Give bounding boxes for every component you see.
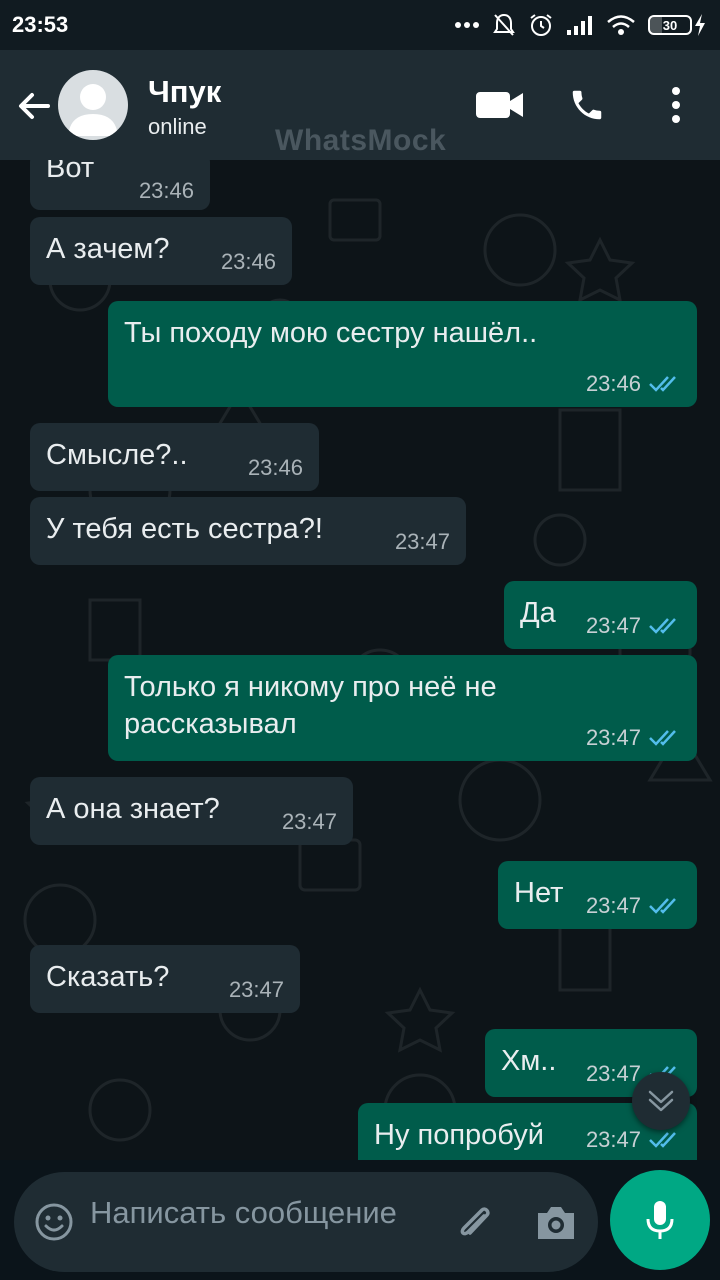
message-outgoing[interactable]: Только я никому про неё не рассказывал 2… [108, 655, 697, 761]
read-ticks-icon [649, 730, 676, 746]
message-text: У тебя есть сестра?! [46, 513, 323, 545]
app-watermark: WhatsMock [275, 124, 447, 157]
contact-status: online [148, 114, 207, 139]
more-notifications-icon [455, 22, 479, 28]
voice-message-button[interactable] [610, 1170, 710, 1270]
message-outgoing[interactable]: Нет 23:47 [498, 861, 697, 929]
message-text: Да [520, 597, 556, 629]
voice-call-button[interactable] [568, 86, 606, 129]
status-icons: 30 [454, 12, 706, 38]
read-ticks-icon [649, 898, 676, 914]
message-text: Смысле?.. [46, 439, 188, 471]
message-time: 23:47 [585, 725, 641, 750]
message-text: Хм.. [501, 1045, 557, 1077]
message-placeholder: Написать сообщение [90, 1195, 397, 1230]
double-chevron-down-icon [648, 1090, 674, 1112]
message-incoming[interactable]: Смысле?.. 23:46 [30, 423, 319, 491]
microphone-icon [646, 1201, 674, 1239]
more-vert-icon [672, 87, 680, 123]
message-incoming[interactable]: А она знает? 23:47 [30, 777, 353, 845]
message-time: 23:47 [281, 809, 337, 834]
menu-button[interactable] [670, 86, 682, 129]
message-time: 23:46 [247, 455, 303, 480]
camera-icon[interactable] [534, 1204, 578, 1242]
contact-name[interactable]: Чпук [148, 74, 221, 110]
message-time: 23:47 [394, 529, 450, 554]
message-text: А зачем? [46, 233, 170, 265]
contact-avatar[interactable] [58, 70, 128, 140]
phone-icon [572, 90, 602, 120]
message-time: 23:46 [138, 178, 194, 203]
scroll-to-bottom-button[interactable] [632, 1072, 690, 1130]
message-text: Ну попробуй [374, 1119, 544, 1151]
status-bar: 23:53 30 [0, 0, 720, 50]
message-text: Сказать? [46, 961, 170, 993]
video-call-button[interactable] [476, 90, 524, 125]
message-time: 23:46 [585, 371, 641, 396]
video-camera-icon [476, 92, 523, 118]
chat-area[interactable]: Вот 23:46 А зачем? 23:46 Ты походу мою с… [0, 160, 720, 1160]
back-button[interactable] [14, 86, 54, 126]
message-text: Вот [46, 160, 95, 184]
message-time: 23:47 [585, 1127, 641, 1152]
message-incoming[interactable]: Вот 23:46 [30, 160, 210, 210]
charging-icon [695, 14, 705, 36]
message-input[interactable]: Написать сообщение [14, 1172, 598, 1272]
read-ticks-icon [649, 376, 676, 392]
message-composer: Написать сообщение [0, 1160, 720, 1280]
message-outgoing[interactable]: Ты походу мою сестру нашёл.. 23:46 [108, 301, 697, 407]
message-time: 23:47 [228, 977, 284, 1002]
message-incoming[interactable]: Сказать? 23:47 [30, 945, 300, 1013]
battery-indicator: 30 [648, 14, 706, 36]
message-text: Только я никому про неё не рассказывал [124, 671, 497, 740]
message-incoming[interactable]: У тебя есть сестра?! 23:47 [30, 497, 466, 565]
chat-header: Чпук online WhatsMock [0, 50, 720, 160]
status-time: 23:53 [12, 12, 69, 37]
muted-bell-icon [493, 13, 515, 36]
read-ticks-icon [649, 618, 676, 634]
message-time: 23:47 [585, 893, 641, 918]
message-text: Нет [514, 877, 564, 909]
read-ticks-icon [649, 1132, 676, 1148]
wifi-icon [607, 15, 635, 35]
emoji-icon[interactable] [34, 1202, 74, 1242]
alarm-icon [530, 14, 552, 36]
message-time: 23:47 [585, 613, 641, 638]
message-time: 23:46 [220, 249, 276, 274]
default-avatar-icon [68, 84, 118, 136]
battery-level: 30 [662, 17, 678, 33]
attach-icon[interactable] [454, 1202, 498, 1246]
message-time: 23:47 [585, 1061, 641, 1086]
message-text: Ты походу мою сестру нашёл.. [124, 317, 538, 349]
back-arrow-icon [19, 93, 50, 119]
signal-icon [567, 16, 592, 35]
message-outgoing[interactable]: Да 23:47 [504, 581, 697, 649]
message-incoming[interactable]: А зачем? 23:46 [30, 217, 292, 285]
message-text: А она знает? [46, 793, 220, 825]
